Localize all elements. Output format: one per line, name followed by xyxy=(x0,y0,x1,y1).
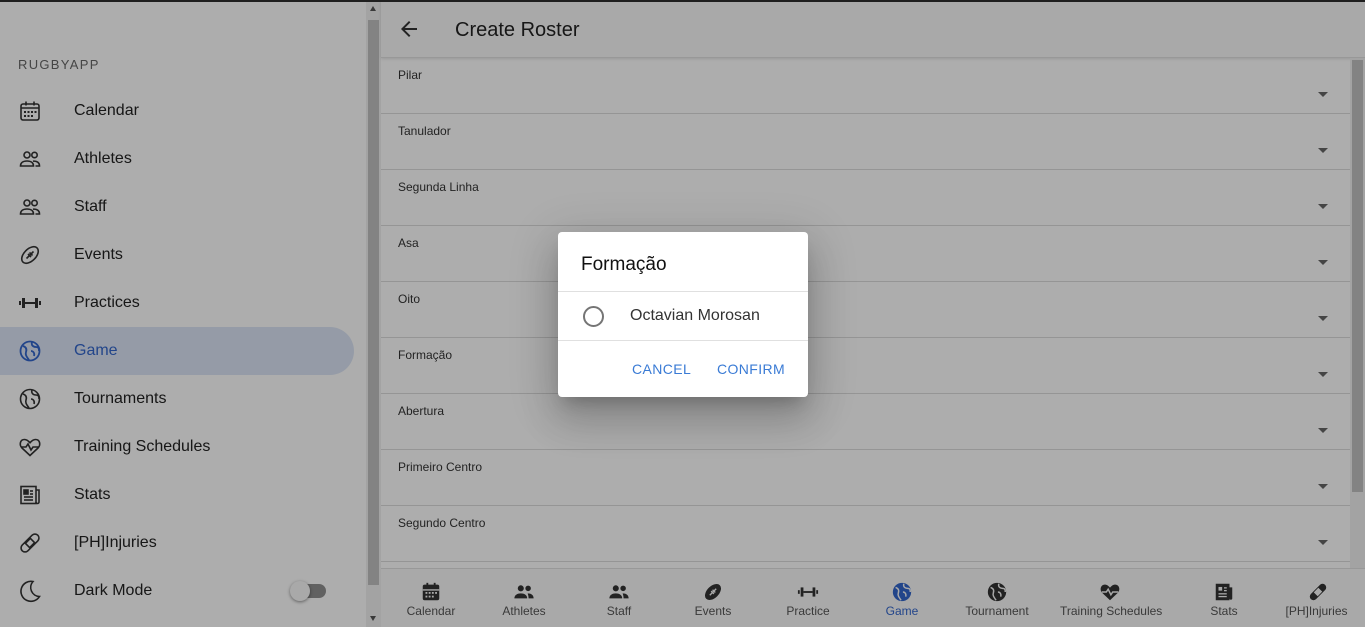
dialog-divider xyxy=(558,291,808,292)
dialog-title: Formação xyxy=(581,254,667,275)
confirm-button[interactable]: CONFIRM xyxy=(717,361,785,377)
formacao-select-dialog: Formação Octavian Morosan CANCEL CONFIRM xyxy=(558,232,808,397)
dialog-divider xyxy=(558,340,808,341)
option-radio-button[interactable] xyxy=(583,306,604,327)
option-label[interactable]: Octavian Morosan xyxy=(630,307,760,325)
window-top-edge xyxy=(0,0,1365,2)
cancel-button[interactable]: CANCEL xyxy=(632,361,691,377)
